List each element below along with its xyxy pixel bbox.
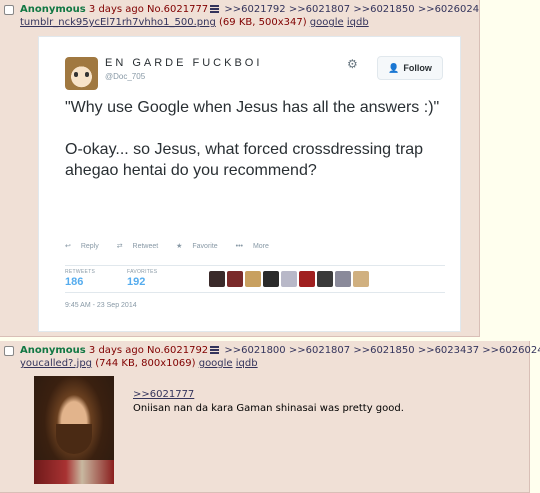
- reply-iqdb-link[interactable]: iqdb: [236, 358, 258, 369]
- favorites-label: FAVORITES: [127, 269, 158, 275]
- favoriter-avatar: [353, 271, 369, 287]
- favoriter-avatars: [209, 271, 369, 287]
- star-icon: ★: [176, 243, 183, 250]
- reply-quote-link[interactable]: >>6021777: [133, 389, 194, 400]
- reply-file-meta: (744 KB, 800x1069): [95, 358, 196, 369]
- favorites-count: 192: [127, 276, 146, 288]
- tweet-display-name: EN GARDE FUCKBOI: [105, 57, 263, 69]
- reply-file-info: youcalled?.jpg (744 KB, 800x1069) google…: [20, 358, 258, 369]
- reply-backlink[interactable]: >>6021800: [224, 345, 285, 356]
- op-poster-name: Anonymous: [20, 4, 86, 15]
- reply-google-link[interactable]: google: [199, 358, 233, 369]
- reply-message: Oniisan nan da kara Gaman shinasai was p…: [133, 403, 404, 414]
- op-backlink[interactable]: >>6021792: [224, 4, 285, 15]
- favoriter-avatar: [317, 271, 333, 287]
- tweet-stats: RETWEETS 186 FAVORITES 192: [65, 265, 445, 293]
- add-user-icon: 👤: [388, 62, 400, 73]
- favoriter-avatar: [209, 271, 225, 287]
- favoriter-avatar: [281, 271, 297, 287]
- tweet-handle: @Doc_705: [105, 72, 146, 81]
- reply-backlink[interactable]: >>6021850: [353, 345, 414, 356]
- favorites-stat: FAVORITES 192: [127, 269, 157, 288]
- op-post-info: Anonymous 3 days ago No.6021777 >>602179…: [20, 4, 479, 16]
- tweet-text-quote: "Why use Google when Jesus has all the a…: [65, 99, 440, 116]
- op-post-date: 3 days ago: [88, 4, 144, 15]
- tweet-timestamp: 9:45 AM - 23 Sep 2014: [65, 302, 137, 309]
- retweets-label: RETWEETS: [65, 269, 96, 275]
- ellipsis-icon: •••: [235, 243, 243, 250]
- retweets-stat: RETWEETS 186: [65, 269, 95, 288]
- op-file-info: tumblr_nck95ycEl71rh7vhho1_500.png (69 K…: [20, 17, 369, 28]
- gear-icon: ⚙: [347, 57, 358, 71]
- favoriter-avatar: [299, 271, 315, 287]
- reply-post-info: Anonymous 3 days ago No.6021792 >>602180…: [20, 345, 540, 357]
- reply-poster-name: Anonymous: [20, 345, 86, 356]
- op-backlink[interactable]: >>6021850: [353, 4, 414, 15]
- reply-file-link[interactable]: youcalled?.jpg: [20, 358, 92, 369]
- favorite-action: ★ Favorite: [176, 243, 218, 250]
- op-iqdb-link[interactable]: iqdb: [347, 17, 369, 28]
- tweet-text-reply: O-okay... so Jesus, what forced crossdre…: [65, 141, 424, 179]
- reply-menu-icon[interactable]: [210, 346, 220, 354]
- op-file-meta: (69 KB, 500x347): [219, 17, 307, 28]
- tweet-avatar: [65, 57, 98, 90]
- reply-thumbnail[interactable]: [34, 376, 114, 484]
- favoriter-avatar: [263, 271, 279, 287]
- tweet-screenshot[interactable]: EN GARDE FUCKBOI @Doc_705 ⚙ 👤 Follow "Wh…: [38, 36, 461, 332]
- op-file-link[interactable]: tumblr_nck95ycEl71rh7vhho1_500.png: [20, 17, 216, 28]
- reply-post-date: 3 days ago: [88, 345, 144, 356]
- reply-icon: ↩: [65, 243, 71, 250]
- favoriter-avatar: [245, 271, 261, 287]
- op-backlink[interactable]: >>6021807: [289, 4, 350, 15]
- reply-select-checkbox[interactable]: [4, 346, 14, 356]
- reply-backlink[interactable]: >>6023437: [418, 345, 479, 356]
- reply-action: ↩ Reply: [65, 243, 99, 250]
- op-google-link[interactable]: google: [310, 17, 344, 28]
- op-post: Anonymous 3 days ago No.6021777 >>602179…: [0, 0, 480, 337]
- reply-backlink[interactable]: >>6026024: [482, 345, 540, 356]
- reply-backlink[interactable]: >>6021807: [289, 345, 350, 356]
- tweet-actions: ↩ Reply ⇄ Retweet ★ Favorite ••• More: [65, 242, 285, 250]
- follow-button: 👤 Follow: [377, 56, 443, 80]
- favoriter-avatar: [227, 271, 243, 287]
- reply-post-number[interactable]: No.6021792: [147, 345, 208, 356]
- op-post-number[interactable]: No.6021777: [147, 4, 208, 15]
- retweet-action: ⇄ Retweet: [116, 243, 159, 250]
- retweet-icon: ⇄: [116, 243, 123, 250]
- op-backlink[interactable]: >>6026024: [418, 4, 479, 15]
- op-select-checkbox[interactable]: [4, 5, 14, 15]
- more-action: ••• More: [235, 243, 269, 250]
- op-menu-icon[interactable]: [210, 5, 220, 13]
- favoriter-avatar: [335, 271, 351, 287]
- retweets-count: 186: [65, 276, 84, 288]
- tweet-text: "Why use Google when Jesus has all the a…: [65, 97, 455, 202]
- follow-label: Follow: [403, 63, 432, 73]
